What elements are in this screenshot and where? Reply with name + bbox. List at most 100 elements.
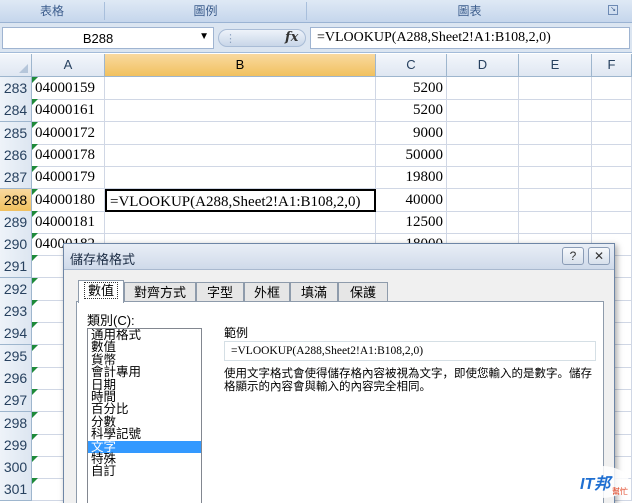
- column-header-d[interactable]: D: [447, 54, 519, 77]
- formula-bar: B288 ▼ ⋮ fx =VLOOKUP(A288,Sheet2!A1:B108…: [0, 23, 632, 53]
- row-header[interactable]: 284: [0, 99, 32, 123]
- cell-c[interactable]: 12500: [376, 210, 447, 234]
- cell-d[interactable]: [447, 166, 519, 190]
- cell-b[interactable]: [105, 99, 376, 123]
- cell-f[interactable]: [592, 143, 632, 167]
- category-item[interactable]: 會計專用: [88, 366, 201, 379]
- cell-c[interactable]: 50000: [376, 143, 447, 167]
- column-header-f[interactable]: F: [592, 54, 632, 77]
- cell-e[interactable]: [519, 210, 592, 234]
- cell-b[interactable]: [105, 77, 376, 100]
- cell-b[interactable]: =VLOOKUP(A288,Sheet2!A1:B108,2,0): [105, 188, 376, 212]
- row-header[interactable]: 289: [0, 210, 32, 234]
- ribbon-group-chart[interactable]: 圖表: [307, 2, 632, 20]
- cell-b[interactable]: [105, 166, 376, 190]
- tab-alignment[interactable]: 對齊方式: [124, 282, 196, 302]
- row-header[interactable]: 286: [0, 143, 32, 167]
- example-preview: =VLOOKUP(A288,Sheet2!A1:B108,2,0): [224, 341, 596, 361]
- row-header[interactable]: 294: [0, 322, 32, 346]
- formula-input[interactable]: =VLOOKUP(A288,Sheet2!A1:B108,2,0): [310, 27, 630, 49]
- row-header[interactable]: 296: [0, 366, 32, 390]
- cell-a[interactable]: 04000159: [32, 77, 105, 100]
- cell-e[interactable]: [519, 188, 592, 212]
- cell-f[interactable]: [592, 166, 632, 190]
- row-header[interactable]: 299: [0, 433, 32, 457]
- help-button[interactable]: ?: [562, 247, 584, 265]
- tab-number[interactable]: 數值: [78, 280, 124, 303]
- ribbon-group-strip: 表格 圖例 圖表 ↘: [0, 0, 632, 23]
- cell-c[interactable]: 5200: [376, 99, 447, 123]
- row-header[interactable]: 295: [0, 344, 32, 368]
- cell-d[interactable]: [447, 143, 519, 167]
- row-header[interactable]: 291: [0, 255, 32, 279]
- cell-e[interactable]: [519, 143, 592, 167]
- category-item[interactable]: 科學記號: [88, 428, 201, 441]
- dialog-launcher-icon[interactable]: ↘: [608, 5, 618, 15]
- cell-a[interactable]: 04000172: [32, 121, 105, 145]
- cell-d[interactable]: [447, 188, 519, 212]
- cell-a[interactable]: 04000181: [32, 210, 105, 234]
- tab-fill[interactable]: 填滿: [290, 282, 338, 302]
- column-header-c[interactable]: C: [376, 54, 447, 77]
- cell-b[interactable]: [105, 210, 376, 234]
- chevron-down-icon[interactable]: ▼: [199, 31, 209, 42]
- cell-f[interactable]: [592, 210, 632, 234]
- cell-f[interactable]: [592, 77, 632, 100]
- ithome-logo: IT邦 幫忙: [575, 466, 629, 498]
- row-header[interactable]: 287: [0, 166, 32, 190]
- column-header-b[interactable]: B: [105, 54, 376, 77]
- tab-font[interactable]: 字型: [196, 282, 244, 302]
- cell-f[interactable]: [592, 121, 632, 145]
- row-header[interactable]: 290: [0, 233, 32, 257]
- ribbon-group-table[interactable]: 表格: [0, 2, 105, 20]
- row-header[interactable]: 300: [0, 456, 32, 480]
- row-header[interactable]: 288: [0, 188, 32, 212]
- example-label: 範例: [224, 326, 249, 340]
- cell-d[interactable]: [447, 121, 519, 145]
- row-header[interactable]: 285: [0, 121, 32, 145]
- cell-a[interactable]: 04000179: [32, 166, 105, 190]
- category-item[interactable]: 自訂: [88, 465, 201, 478]
- row-header[interactable]: 301: [0, 478, 32, 502]
- row-header[interactable]: 293: [0, 300, 32, 323]
- close-button[interactable]: ✕: [588, 247, 610, 265]
- cell-e[interactable]: [519, 166, 592, 190]
- row-header[interactable]: 283: [0, 77, 32, 100]
- column-header-a[interactable]: A: [32, 54, 105, 77]
- cell-f[interactable]: [592, 188, 632, 212]
- cell-d[interactable]: [447, 210, 519, 234]
- tab-number-label: 數值: [83, 282, 118, 299]
- resize-handle-icon[interactable]: ⋮: [225, 32, 236, 45]
- row-header[interactable]: 292: [0, 277, 32, 301]
- category-listbox[interactable]: 通用格式 數值 貨幣 會計專用 日期 時間 百分比 分數 科學記號 文字 特殊 自訂: [87, 328, 202, 503]
- cell-e[interactable]: [519, 77, 592, 100]
- row-header[interactable]: 297: [0, 389, 32, 413]
- category-item[interactable]: 百分比: [88, 403, 201, 416]
- cell-b[interactable]: [105, 143, 376, 167]
- column-header-e[interactable]: E: [519, 54, 592, 77]
- cell-c[interactable]: 5200: [376, 77, 447, 100]
- format-cells-dialog: 儲存格格式 ? ✕ 數值 對齊方式 字型 外框 填滿 保護 類別(C): 通用格…: [63, 243, 615, 503]
- cell-e[interactable]: [519, 99, 592, 123]
- ribbon-group-legend[interactable]: 圖例: [105, 2, 307, 20]
- cell-a[interactable]: 04000161: [32, 99, 105, 123]
- row-header[interactable]: 298: [0, 411, 32, 435]
- cell-c[interactable]: 19800: [376, 166, 447, 190]
- dialog-title-bar[interactable]: 儲存格格式 ? ✕: [64, 244, 614, 270]
- cell-d[interactable]: [447, 99, 519, 123]
- cell-a[interactable]: 04000180: [32, 188, 105, 212]
- watermark-subtext: 幫忙: [612, 486, 628, 496]
- cell-e[interactable]: [519, 121, 592, 145]
- select-all-button[interactable]: [0, 54, 32, 77]
- name-box[interactable]: B288 ▼: [2, 27, 214, 49]
- insert-function-icon[interactable]: fx: [285, 30, 298, 45]
- cell-f[interactable]: [592, 99, 632, 123]
- cell-c[interactable]: 9000: [376, 121, 447, 145]
- cell-d[interactable]: [447, 77, 519, 100]
- category-item[interactable]: 數值: [88, 341, 201, 354]
- cell-a[interactable]: 04000178: [32, 143, 105, 167]
- tab-protection[interactable]: 保護: [338, 282, 388, 302]
- tab-border[interactable]: 外框: [244, 282, 290, 302]
- cell-b[interactable]: [105, 121, 376, 145]
- cell-c[interactable]: 40000: [376, 188, 447, 212]
